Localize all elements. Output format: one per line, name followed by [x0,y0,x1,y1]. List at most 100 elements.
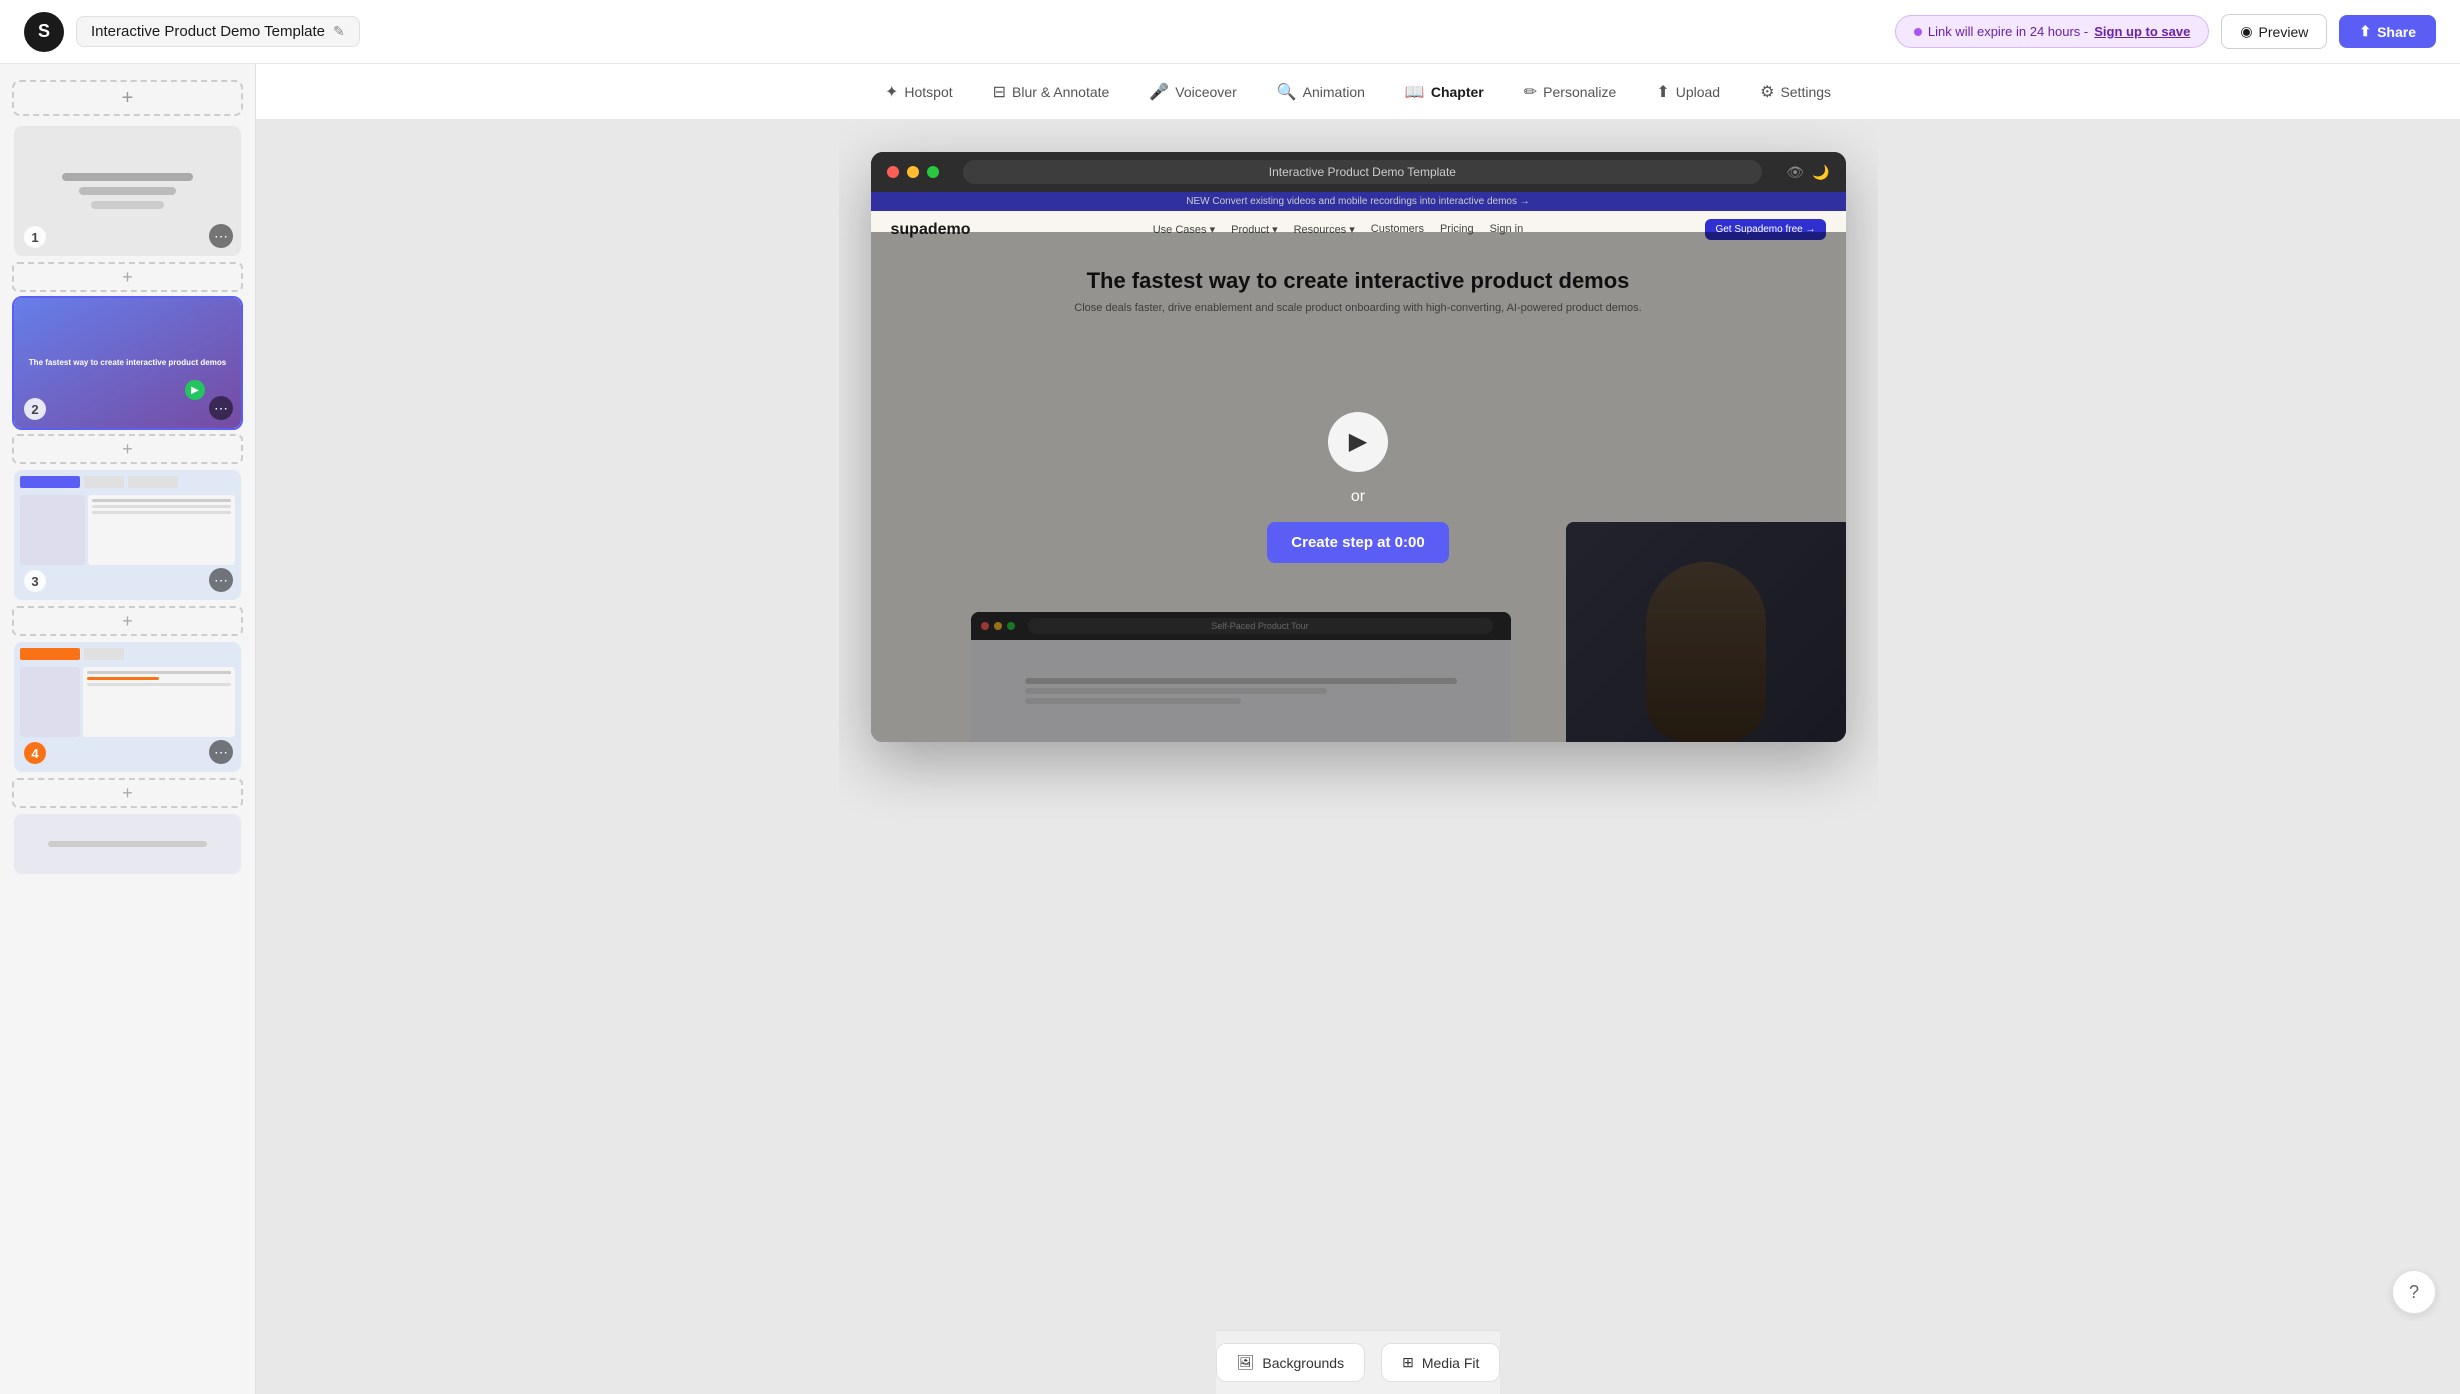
share-icon: ⬆ [2359,23,2371,40]
slide-number-4: 4 [24,742,46,764]
edit-icon[interactable]: ✎ [333,23,345,40]
content-area: Interactive Product Demo Template 👁 🌙 NE… [256,64,2460,1394]
overlay-or-text: or [1351,488,1365,506]
personalize-label: Personalize [1543,84,1616,100]
slide-thumbnail-1 [14,126,241,256]
slide-thumbnail-3 [14,470,241,600]
toolbar-hotspot[interactable]: ✦ Hotspot [869,74,969,110]
canvas-overlay: ▶ or Create step at 0:00 [871,232,1846,742]
preview-icon: ◉ [2240,23,2252,40]
media-fit-button[interactable]: ⊞ Media Fit [1381,1343,1500,1382]
blur-annotate-label: Blur & Annotate [1012,84,1109,100]
slide-4-content [14,642,241,772]
sidebar: + 1 ⋯ + The fastest way to create intera… [0,64,256,1394]
play-button-big[interactable]: ▶ [1328,412,1388,472]
blur-annotate-icon: ⊟ [993,82,1006,102]
main-canvas: Interactive Product Demo Template 👁 🌙 NE… [871,152,1846,742]
backgrounds-icon: 🖼 [1237,1354,1255,1371]
slide-number-3: 3 [24,570,46,592]
add-slide-button-1[interactable]: + [12,262,243,292]
upload-icon: ⬆ [1656,82,1669,102]
chapter-icon: 📖 [1405,82,1425,102]
slide-2-video-badge: ▶ [185,380,205,400]
project-title-text: Interactive Product Demo Template [91,23,325,40]
canvas-wrapper: Interactive Product Demo Template 👁 🌙 NE… [839,120,1878,1330]
settings-icon: ⚙ [1760,82,1774,102]
toolbar-voiceover[interactable]: 🎤 Voiceover [1133,74,1252,110]
header: S Interactive Product Demo Template ✎ Li… [0,0,2460,64]
thumb-line-2 [79,187,176,195]
site-banner-text: NEW Convert existing videos and mobile r… [1186,196,1530,207]
slide-thumbnail-5 [14,814,241,874]
add-slide-top-button[interactable]: + [12,80,243,116]
browser-url-text: Interactive Product Demo Template [1269,165,1456,179]
slide-item-2[interactable]: The fastest way to create interactive pr… [12,296,243,430]
upload-label: Upload [1676,84,1720,100]
slide-item-3[interactable]: 3 ⋯ [12,468,243,602]
expire-text: Link will expire in 24 hours - [1928,24,2088,39]
thumb-line-3 [91,201,164,209]
toolbar-animation[interactable]: 🔍 Animation [1261,74,1381,110]
hotspot-icon: ✦ [885,82,898,102]
slide-3-content [14,470,241,600]
browser-dot-green [927,166,939,178]
help-button[interactable]: ? [2392,1270,2436,1314]
toolbar: ✦ Hotspot ⊟ Blur & Annotate 🎤 Voiceover … [256,64,2460,120]
preview-label: Preview [2259,24,2309,40]
voiceover-label: Voiceover [1175,84,1236,100]
toolbar-blur-annotate[interactable]: ⊟ Blur & Annotate [977,74,1126,110]
browser-controls: 👁 🌙 [1786,164,1829,181]
create-step-button[interactable]: Create step at 0:00 [1267,522,1448,563]
backgrounds-button[interactable]: 🖼 Backgrounds [1216,1343,1366,1382]
browser-eye-icon: 👁 [1786,164,1804,181]
header-right: Link will expire in 24 hours - Sign up t… [1895,14,2436,49]
toolbar-upload[interactable]: ⬆ Upload [1640,74,1736,110]
slide-thumbnail-2: The fastest way to create interactive pr… [14,298,241,428]
page-content: NEW Convert existing videos and mobile r… [871,192,1846,742]
slide-menu-button-3[interactable]: ⋯ [209,568,233,592]
animation-icon: 🔍 [1277,82,1297,102]
slide-1-content [14,126,241,256]
share-label: Share [2377,24,2416,40]
signup-link[interactable]: Sign up to save [2094,24,2190,39]
share-button[interactable]: ⬆ Share [2339,15,2436,48]
slide-number-2: 2 [24,398,46,420]
slide-item-1[interactable]: 1 ⋯ [12,124,243,258]
slide-item-5[interactable] [12,812,243,876]
slide-number-1: 1 [24,226,46,248]
header-left: S Interactive Product Demo Template ✎ [24,12,360,52]
settings-label: Settings [1780,84,1831,100]
toolbar-personalize[interactable]: ✏ Personalize [1508,74,1633,110]
toolbar-chapter[interactable]: 📖 Chapter [1389,74,1500,110]
browser-chrome: Interactive Product Demo Template 👁 🌙 [871,152,1846,192]
personalize-icon: ✏ [1524,82,1537,102]
slide-2-hero-text: The fastest way to create interactive pr… [29,358,226,368]
help-icon: ? [2409,1282,2419,1303]
hotspot-label: Hotspot [904,84,952,100]
animation-label: Animation [1303,84,1365,100]
slide-menu-button-4[interactable]: ⋯ [209,740,233,764]
media-fit-label: Media Fit [1422,1355,1480,1371]
backgrounds-label: Backgrounds [1262,1355,1344,1371]
voiceover-icon: 🎤 [1149,82,1169,102]
add-slide-button-2[interactable]: + [12,434,243,464]
add-slide-button-3[interactable]: + [12,606,243,636]
preview-button[interactable]: ◉ Preview [2221,14,2327,49]
site-banner: NEW Convert existing videos and mobile r… [871,192,1846,211]
add-slide-button-bottom[interactable]: + [12,778,243,808]
chapter-label: Chapter [1431,84,1484,100]
expire-banner: Link will expire in 24 hours - Sign up t… [1895,15,2209,48]
slide-item-4[interactable]: 4 ⋯ [12,640,243,774]
browser-dot-red [887,166,899,178]
slide-2-content: The fastest way to create interactive pr… [14,298,241,428]
slide-thumbnail-4 [14,642,241,772]
browser-moon-icon: 🌙 [1812,164,1829,181]
project-title-pill[interactable]: Interactive Product Demo Template ✎ [76,16,360,47]
toolbar-settings[interactable]: ⚙ Settings [1744,74,1847,110]
slide-menu-button-1[interactable]: ⋯ [209,224,233,248]
slide-menu-button-2[interactable]: ⋯ [209,396,233,420]
browser-url-bar[interactable]: Interactive Product Demo Template [963,160,1763,184]
main-layout: + 1 ⋯ + The fastest way to create intera… [0,0,2460,1394]
thumb-line-1 [62,173,194,181]
browser-dot-yellow [907,166,919,178]
